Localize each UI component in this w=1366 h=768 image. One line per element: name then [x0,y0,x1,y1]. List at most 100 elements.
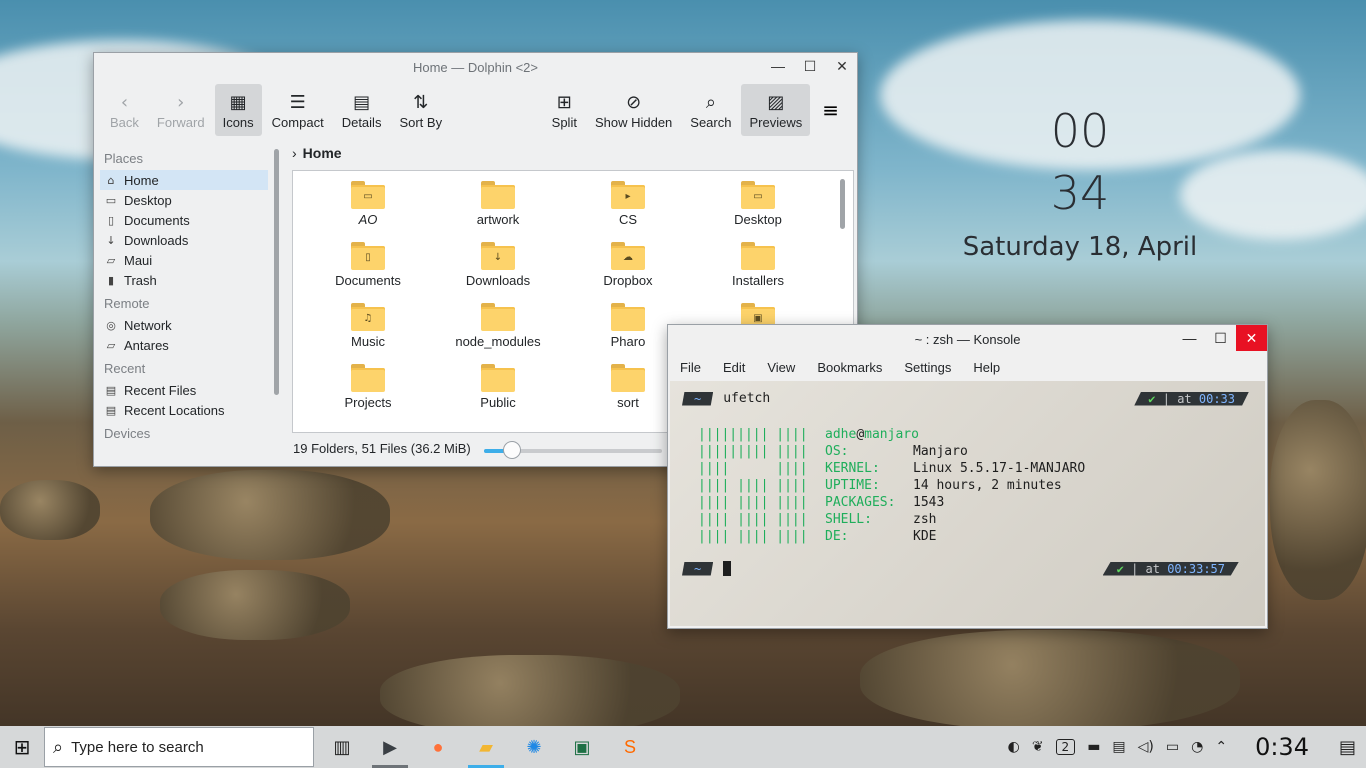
settings-icon[interactable]: ✺ [510,726,558,768]
zoom-slider-handle[interactable] [503,441,522,459]
folder-item-downloads[interactable]: ↓ Downloads [433,240,563,301]
sublime-icon[interactable]: S [606,726,654,768]
folder-item-artwork[interactable]: artwork [433,179,563,240]
previews-icon: ▨ [767,91,785,113]
folder-item-desktop[interactable]: ▭ Desktop [693,179,823,240]
forward-button[interactable]: › Forward [149,84,213,136]
sort-by-button[interactable]: ⇅ Sort By [391,84,450,136]
maximize-icon[interactable]: ☐ [1205,325,1236,351]
places-item-desktop[interactable]: ▭ Desktop [100,190,268,210]
places-item-home[interactable]: ⌂ Home [100,170,268,190]
folder-item-ao[interactable]: ▭ AO [303,179,433,240]
folder-item-cs[interactable]: ▸ CS [563,179,693,240]
minimize-icon[interactable]: — [1174,325,1205,351]
places-scrollbar[interactable] [274,149,279,395]
folder-icon [611,301,645,331]
folder-icon: ♫ [351,301,385,331]
search-button[interactable]: ⌕ Search [682,84,739,136]
menu-settings[interactable]: Settings [904,360,951,375]
compact-button[interactable]: ☰ Compact [264,84,332,136]
show-hidden-button[interactable]: ⊘ Show Hidden [587,84,680,136]
battery-icon[interactable]: ▭ [1166,739,1179,755]
notes-icon[interactable]: ▬ [1087,739,1100,755]
zoom-slider[interactable] [484,441,662,459]
folder-item-node-modules[interactable]: node_modules [433,301,563,362]
forward-label: Forward [156,114,205,130]
file-view-scrollbar[interactable] [840,179,845,229]
places-item-label: Trash [124,272,157,288]
steam-icon[interactable]: ◐ [1008,739,1020,755]
menu-view[interactable]: View [767,360,795,375]
terminal-app-icon[interactable]: ▶ [366,726,414,768]
folder-item-music[interactable]: ♫ Music [303,301,433,362]
places-item-recent-files[interactable]: ▤ Recent Files [100,380,268,400]
info-key: UPTIME: [825,478,880,493]
background-rock [160,570,350,640]
chevron-up-icon[interactable]: ⌃ [1215,739,1227,755]
recent-files-icon: ▤ [105,383,117,397]
file-manager-icon[interactable]: ▰ [462,726,510,768]
clipboard-icon[interactable]: ▤ [1112,739,1125,755]
taskbar-search-box[interactable]: ⌕ Type here to search [44,727,314,767]
breadcrumb[interactable]: › Home [292,145,342,161]
taskbar-clock[interactable]: 0:34 [1255,733,1309,761]
dolphin-titlebar[interactable]: Home — Dolphin <2> — ☐ ✕ [94,53,857,81]
folder-icon: ▭ [741,179,775,209]
close-icon[interactable]: ✕ [833,57,851,75]
back-button[interactable]: ‹ Back [102,84,147,136]
info-row: OS: Manjaro [825,443,1085,460]
windows-start-icon[interactable]: ⊞ [0,726,44,768]
maximize-icon[interactable]: ☐ [801,57,819,75]
folder-name: artwork [476,212,520,227]
show-hidden-label: Show Hidden [594,114,673,130]
places-item-downloads[interactable]: ↓ Downloads [100,230,268,250]
app-tray-icon[interactable]: ❦ [1032,739,1044,755]
firefox-icon[interactable]: ● [414,726,462,768]
volume-icon[interactable]: ◁) [1138,739,1154,755]
excel-icon[interactable]: ▣ [558,726,606,768]
places-item-recent-locations[interactable]: ▤ Recent Locations [100,400,268,420]
right-prompt-text: | at [1155,391,1199,406]
notifications-icon[interactable]: ▤ [1339,737,1356,758]
folder-icon [481,179,515,209]
konsole-titlebar[interactable]: ~ : zsh — Konsole — ☐ ✕ [668,325,1267,353]
icons-button[interactable]: ▦ Icons [214,84,262,136]
virtual-desktop-badge[interactable]: 2 [1055,739,1076,755]
close-icon[interactable]: ✕ [1236,325,1267,351]
icons-label: Icons [222,114,254,130]
details-button[interactable]: ▤ Details [334,84,390,136]
places-item-antares[interactable]: ▱ Antares [100,335,268,355]
places-item-network[interactable]: ◎ Network [100,315,268,335]
folder-item-installers[interactable]: Installers [693,240,823,301]
details-icon: ▤ [353,91,371,113]
host-name: manjaro [864,427,919,442]
folder-emblem-icon: ▭ [753,191,763,202]
task-view-icon[interactable]: ▥ [318,726,366,768]
folder-emblem-icon: ▭ [363,191,373,202]
menu-bookmarks[interactable]: Bookmarks [817,360,882,375]
places-item-documents[interactable]: ▯ Documents [100,210,268,230]
split-button[interactable]: ⊞ Split [544,84,585,136]
folder-item-documents[interactable]: ▯ Documents [303,240,433,301]
folder-name: sort [617,395,639,410]
folder-emblem-icon: ↓ [493,252,503,263]
places-section-header: Recent [104,361,146,376]
menu-help[interactable]: Help [973,360,1000,375]
places-item-maui[interactable]: ▱ Maui [100,250,268,270]
ufetch-info: adhe @ manjaro OS: Manjaro KERNEL: Linux 5.5.… [825,426,1085,545]
terminal-area[interactable]: ~ ufetch ✔ | at 00:33 ||||||||| |||| |||… [670,381,1265,626]
places-item-label: Downloads [124,232,189,248]
menu-file[interactable]: File [680,360,701,375]
folder-emblem-icon: ♫ [363,313,373,324]
folder-item-public[interactable]: Public [433,362,563,423]
menu-edit[interactable]: Edit [723,360,745,375]
wifi-icon[interactable]: ◔ [1191,739,1203,755]
folder-item-projects[interactable]: Projects [303,362,433,423]
network-icon: ◎ [106,318,116,332]
hamburger-menu-icon[interactable]: ≡ [812,98,849,122]
minimize-icon[interactable]: — [769,57,787,75]
places-item-trash[interactable]: ▮ Trash [100,270,268,290]
previews-button[interactable]: ▨ Previews [741,84,811,136]
info-row: UPTIME: 14 hours, 2 minutes [825,477,1085,494]
folder-item-dropbox[interactable]: ☁ Dropbox [563,240,693,301]
